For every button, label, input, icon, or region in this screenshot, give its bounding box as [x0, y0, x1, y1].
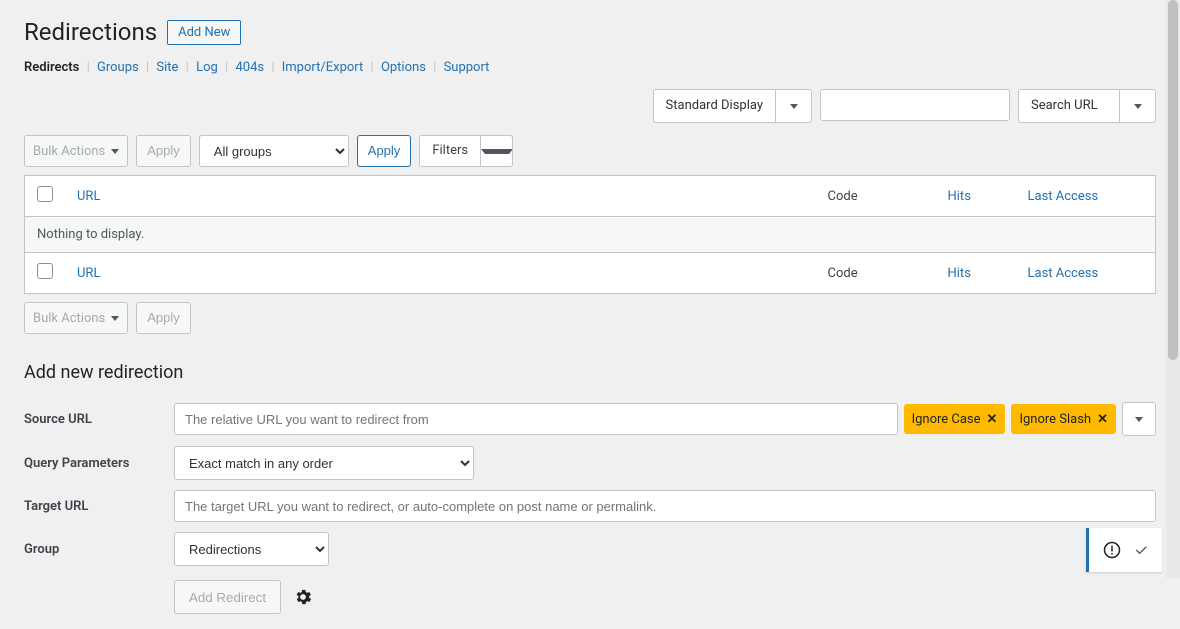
- bulk-apply-button-bottom[interactable]: Apply: [136, 302, 191, 334]
- chevron-down-icon: [1119, 90, 1155, 122]
- nav-404s[interactable]: 404s: [235, 60, 264, 75]
- scrollbar[interactable]: [1166, 0, 1180, 578]
- add-redirection-form: Source URL Ignore Case ✕ Ignore Slash ✕: [24, 397, 1156, 619]
- search-input[interactable]: [820, 89, 1010, 121]
- gear-icon[interactable]: [293, 587, 313, 607]
- bulk-apply-button[interactable]: Apply: [136, 135, 191, 167]
- source-url-label: Source URL: [24, 397, 174, 441]
- table-empty-row: Nothing to display.: [25, 217, 1156, 253]
- group-label: Group: [24, 527, 174, 571]
- chip-label: Ignore Slash: [1019, 412, 1091, 427]
- group-select[interactable]: Redirections: [174, 532, 329, 566]
- nav-import-export[interactable]: Import/Export: [282, 60, 364, 75]
- select-all-checkbox[interactable]: [37, 186, 53, 202]
- page-title: Redirections: [24, 18, 167, 46]
- empty-message: Nothing to display.: [25, 217, 1156, 253]
- source-url-input[interactable]: [174, 403, 898, 435]
- chevron-down-icon: [111, 149, 119, 154]
- nav-log[interactable]: Log: [196, 60, 218, 75]
- filters-label: Filters: [420, 136, 480, 166]
- groups-filter-select[interactable]: All groups: [199, 135, 349, 167]
- status-widget[interactable]: [1086, 528, 1162, 572]
- target-url-input[interactable]: [174, 490, 1156, 522]
- nav-redirects[interactable]: Redirects: [24, 60, 79, 75]
- redirects-table: URL Code Hits Last Access Nothing to dis…: [24, 175, 1156, 294]
- bulk-actions-select[interactable]: Bulk Actions: [24, 135, 128, 167]
- add-new-button[interactable]: Add New: [167, 20, 241, 45]
- col-last-access[interactable]: Last Access: [1016, 176, 1156, 217]
- ignore-case-chip[interactable]: Ignore Case ✕: [904, 404, 1006, 434]
- nav-options[interactable]: Options: [381, 60, 426, 75]
- scrollbar-thumb[interactable]: [1168, 0, 1178, 360]
- nav-site[interactable]: Site: [156, 60, 178, 75]
- query-params-label: Query Parameters: [24, 441, 174, 485]
- query-params-select[interactable]: Exact match in any order: [174, 446, 474, 480]
- chevron-down-icon: [1135, 417, 1143, 422]
- groups-apply-button[interactable]: Apply: [357, 135, 412, 167]
- col-hits-footer[interactable]: Hits: [936, 253, 1016, 294]
- alert-icon: [1103, 541, 1121, 559]
- col-code-footer: Code: [816, 253, 936, 294]
- add-redirection-heading: Add new redirection: [24, 362, 1156, 383]
- select-all-checkbox-footer[interactable]: [37, 263, 53, 279]
- page-header: Redirections Add New: [24, 0, 1156, 46]
- col-hits[interactable]: Hits: [936, 176, 1016, 217]
- chevron-down-icon: [111, 316, 119, 321]
- display-mode-label: Standard Display: [654, 90, 775, 122]
- bulk-actions-label: Bulk Actions: [33, 311, 105, 326]
- col-last-access-footer[interactable]: Last Access: [1016, 253, 1156, 294]
- ignore-slash-chip[interactable]: Ignore Slash ✕: [1011, 404, 1116, 434]
- col-url[interactable]: URL: [65, 176, 816, 217]
- col-code: Code: [816, 176, 936, 217]
- bulk-actions-select-bottom[interactable]: Bulk Actions: [24, 302, 128, 334]
- display-mode-select[interactable]: Standard Display: [653, 89, 812, 123]
- check-icon: [1133, 542, 1149, 558]
- url-options-dropdown[interactable]: [1122, 402, 1156, 436]
- search-button[interactable]: Search URL: [1018, 89, 1156, 123]
- chevron-down-icon: [480, 136, 512, 166]
- add-redirect-button[interactable]: Add Redirect: [174, 580, 281, 614]
- nav-support[interactable]: Support: [444, 60, 490, 75]
- close-icon[interactable]: ✕: [1097, 412, 1108, 427]
- close-icon[interactable]: ✕: [987, 412, 998, 427]
- chip-label: Ignore Case: [912, 412, 981, 427]
- search-button-label: Search URL: [1019, 90, 1119, 122]
- chevron-down-icon: [775, 90, 811, 122]
- col-url-footer[interactable]: URL: [65, 253, 816, 294]
- filters-button[interactable]: Filters: [419, 135, 513, 167]
- nav-groups[interactable]: Groups: [97, 60, 139, 75]
- target-url-label: Target URL: [24, 485, 174, 527]
- bulk-actions-label: Bulk Actions: [33, 144, 105, 159]
- sub-navigation: Redirects | Groups | Site | Log | 404s |…: [24, 60, 1156, 75]
